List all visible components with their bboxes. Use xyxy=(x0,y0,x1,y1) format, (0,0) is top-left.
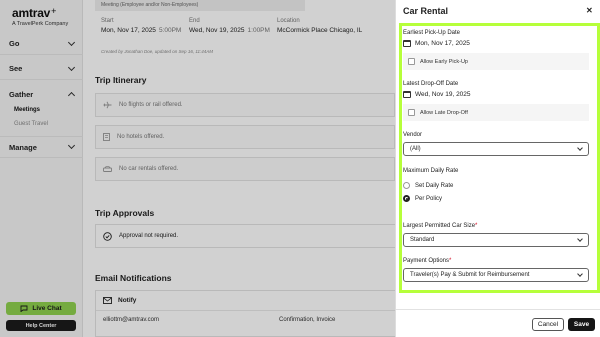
save-button[interactable]: Save xyxy=(568,318,595,331)
chevron-down-icon xyxy=(577,271,583,277)
chevron-down-icon xyxy=(577,145,583,151)
modal-backdrop[interactable] xyxy=(0,0,395,337)
calendar-icon xyxy=(403,91,411,98)
late-dropoff-checkbox[interactable] xyxy=(408,109,415,116)
dropoff-date-value: Wed, Nov 19, 2025 xyxy=(415,91,471,98)
pickup-label: Earliest Pick-Up Date xyxy=(403,30,461,36)
panel-title: Car Rental xyxy=(403,6,449,16)
early-pickup-checkbox[interactable] xyxy=(408,58,415,65)
rate-option-2-label: Per Policy xyxy=(415,195,443,202)
radio-unselected[interactable] xyxy=(403,182,410,189)
vendor-select[interactable]: (All) xyxy=(403,142,589,156)
payment-value: Traveler(s) Pay & Submit for Reimburseme… xyxy=(410,272,530,278)
car-rental-panel: Car Rental ✕ Earliest Pick-Up Date Mon, … xyxy=(395,0,600,337)
dropoff-label: Latest Drop-Off Date xyxy=(403,81,459,87)
rate-option-set-daily[interactable]: Set Daily Rate xyxy=(403,182,453,189)
early-pickup-label: Allow Early Pick-Up xyxy=(420,58,468,65)
calendar-icon xyxy=(403,40,411,47)
late-dropoff-option: Allow Late Drop-Off xyxy=(403,104,589,121)
payment-select[interactable]: Traveler(s) Pay & Submit for Reimburseme… xyxy=(403,268,589,282)
early-pickup-option: Allow Early Pick-Up xyxy=(403,53,589,70)
pickup-date-field[interactable]: Mon, Nov 17, 2025 xyxy=(403,40,470,47)
payment-label: Payment Options* xyxy=(403,258,451,264)
dropoff-date-field[interactable]: Wed, Nov 19, 2025 xyxy=(403,91,471,98)
required-marker: * xyxy=(449,258,452,264)
rate-option-per-policy[interactable]: Per Policy xyxy=(403,195,442,202)
rate-option-1-label: Set Daily Rate xyxy=(415,182,454,189)
vendor-value: (All) xyxy=(410,146,421,152)
car-size-label: Largest Permitted Car Size* xyxy=(403,223,477,229)
payment-label-text: Payment Options xyxy=(403,258,450,264)
late-dropoff-label: Allow Late Drop-Off xyxy=(420,109,468,116)
max-rate-label: Maximum Daily Rate xyxy=(403,168,459,174)
car-size-label-text: Largest Permitted Car Size xyxy=(403,223,476,229)
radio-selected[interactable] xyxy=(403,195,410,202)
panel-footer-divider xyxy=(396,309,600,310)
vendor-label: Vendor xyxy=(403,132,423,138)
car-size-select[interactable]: Standard xyxy=(403,233,589,247)
car-size-value: Standard xyxy=(410,237,435,243)
required-marker: * xyxy=(475,223,478,229)
chevron-down-icon xyxy=(577,236,583,242)
pickup-date-value: Mon, Nov 17, 2025 xyxy=(415,40,470,47)
close-icon[interactable]: ✕ xyxy=(586,6,593,15)
cancel-button[interactable]: Cancel xyxy=(532,318,564,331)
